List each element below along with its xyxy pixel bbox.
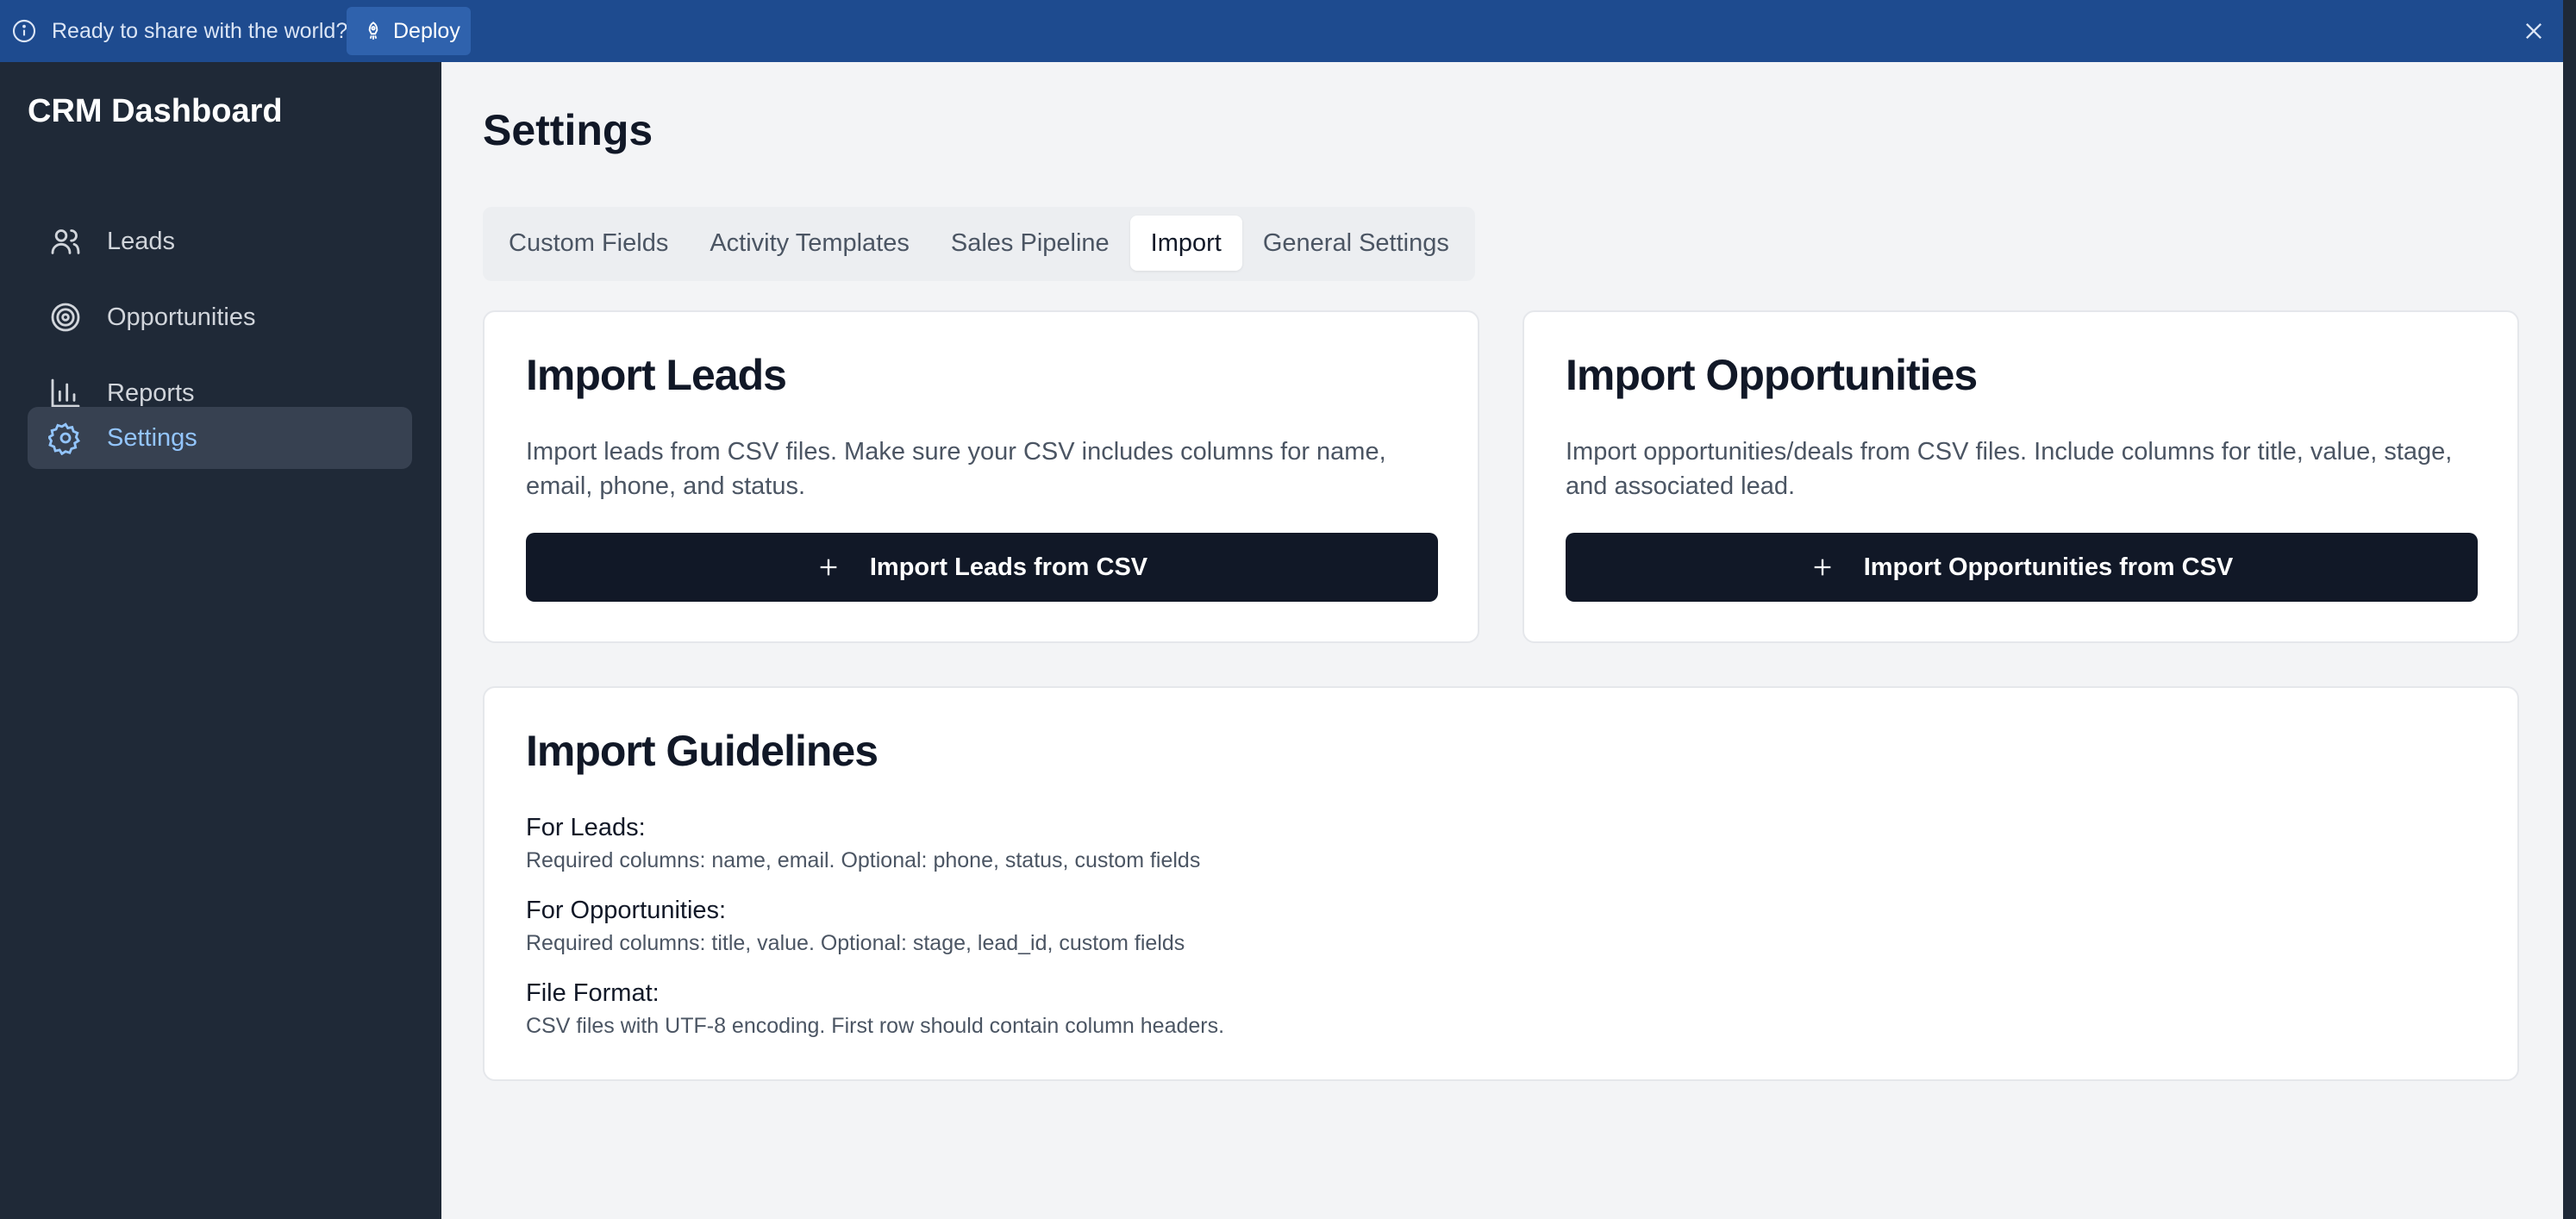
app-brand: CRM Dashboard — [28, 93, 283, 129]
sidebar-item-label: Reports — [107, 378, 195, 407]
close-icon[interactable] — [2522, 19, 2546, 43]
info-icon — [12, 19, 36, 43]
guideline-text: Required columns: title, value. Optional… — [526, 931, 1185, 955]
sidebar-item-opportunities[interactable]: Opportunities — [28, 286, 412, 348]
settings-tabs: Custom Fields Activity Templates Sales P… — [483, 207, 1475, 281]
import-opportunities-card: Import Opportunities Import opportunitie… — [1522, 310, 2519, 643]
guideline-text: CSV files with UTF-8 encoding. First row… — [526, 1014, 1225, 1038]
import-leads-card: Import Leads Import leads from CSV files… — [483, 310, 1479, 643]
deploy-button[interactable]: Deploy — [347, 7, 471, 55]
bar-chart-icon — [51, 378, 80, 408]
card-description: Import leads from CSV files. Make sure y… — [526, 438, 1386, 500]
card-description: Import opportunities/deals from CSV file… — [1566, 438, 2453, 500]
guideline-heading: For Leads: — [526, 814, 646, 841]
card-title: Import Guidelines — [526, 727, 878, 775]
import-guidelines-card: Import Guidelines For Leads: Required co… — [483, 686, 2519, 1081]
page-title: Settings — [483, 106, 653, 154]
button-label: Import Opportunities from CSV — [1863, 553, 2234, 581]
guideline-heading: For Opportunities: — [526, 897, 727, 924]
tab-custom-fields[interactable]: Custom Fields — [488, 216, 689, 271]
target-icon — [51, 303, 80, 332]
sidebar-item-label: Settings — [107, 423, 197, 452]
app-window: Ready to share with the world? Deploy CR… — [0, 0, 2576, 1219]
sidebar-item-label: Opportunities — [107, 303, 256, 331]
sidebar-item-settings[interactable]: Settings — [28, 407, 412, 469]
tab-import[interactable]: Import — [1129, 216, 1242, 271]
tab-sales-pipeline[interactable]: Sales Pipeline — [930, 216, 1130, 271]
import-leads-button[interactable]: Import Leads from CSV — [526, 533, 1438, 602]
import-opportunities-button[interactable]: Import Opportunities from CSV — [1566, 533, 2478, 602]
guideline-heading: File Format: — [526, 979, 660, 1007]
button-label: Import Leads from CSV — [869, 553, 1148, 581]
banner-message: Ready to share with the world? — [52, 19, 348, 43]
card-title: Import Leads — [526, 351, 787, 399]
card-title: Import Opportunities — [1566, 351, 1978, 399]
sidebar: CRM Dashboard Leads Opportunities Report… — [0, 62, 441, 1219]
sidebar-item-leads[interactable]: Leads — [28, 210, 412, 272]
deploy-label: Deploy — [393, 18, 460, 43]
users-icon — [51, 229, 80, 254]
guideline-text: Required columns: name, email. Optional:… — [526, 848, 1201, 872]
scrollbar[interactable] — [2563, 0, 2576, 1219]
deploy-banner: Ready to share with the world? Deploy — [0, 0, 2563, 62]
main-content: Settings Custom Fields Activity Template… — [441, 62, 2563, 1219]
plus-icon — [820, 559, 837, 576]
gear-icon — [48, 422, 80, 455]
rocket-icon — [368, 22, 378, 40]
tab-activity-templates[interactable]: Activity Templates — [689, 216, 930, 271]
plus-icon — [1814, 559, 1831, 576]
sidebar-item-label: Leads — [107, 227, 176, 255]
tab-general-settings[interactable]: General Settings — [1242, 216, 1470, 271]
